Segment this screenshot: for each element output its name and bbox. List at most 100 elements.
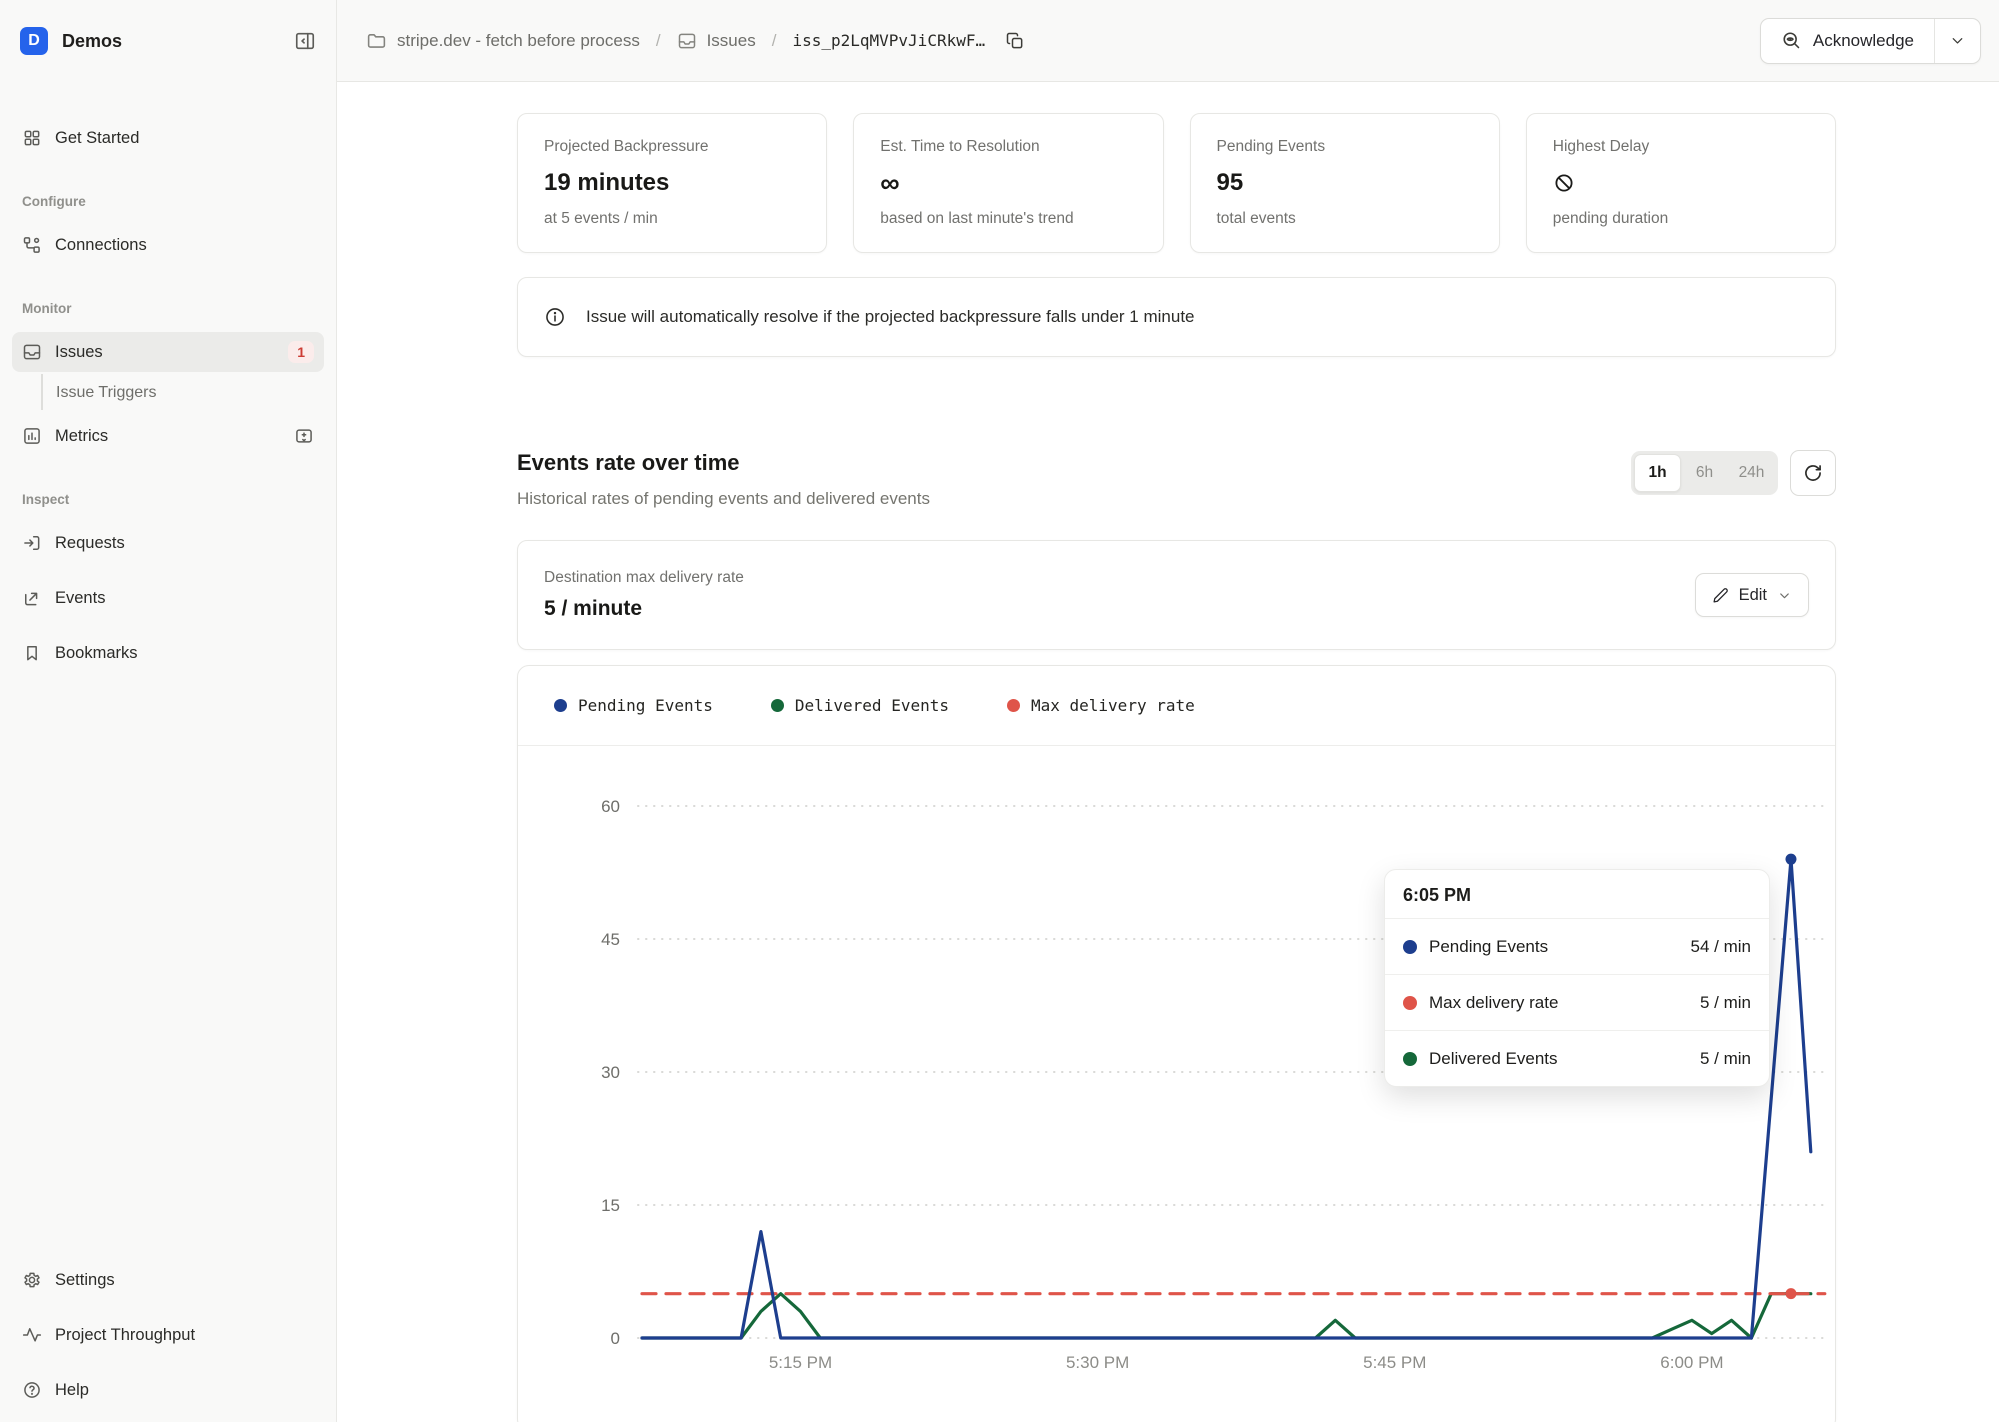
sidebar-nav: Get Started Configure Connections Monito…	[0, 82, 336, 673]
copy-icon[interactable]	[1005, 31, 1025, 51]
chart-legend: Pending Events Delivered Events Max deli…	[518, 666, 1835, 746]
section-subtitle: Historical rates of pending events and d…	[517, 489, 930, 509]
rate-value: 5 / minute	[544, 597, 744, 621]
chevron-down-icon	[1777, 588, 1792, 603]
acknowledge-menu-button[interactable]	[1935, 19, 1980, 63]
refresh-button[interactable]	[1790, 450, 1836, 496]
legend-item-max-delivery-rate: Max delivery rate	[1007, 696, 1195, 715]
edit-label: Edit	[1739, 586, 1767, 605]
max-delivery-rate-card: Destination max delivery rate 5 / minute…	[517, 540, 1836, 650]
main-content: Projected Backpressure 19 minutes at 5 e…	[337, 82, 1999, 1422]
sidebar-item-connections[interactable]: Connections	[12, 225, 324, 265]
events-rate-chart-card: Pending Events Delivered Events Max deli…	[517, 665, 1836, 1422]
tooltip-row-max-rate: Max delivery rate 5 / min	[1385, 974, 1769, 1030]
acknowledge-split-button: Acknowledge	[1760, 18, 1981, 64]
sidebar-item-events[interactable]: Events	[12, 578, 324, 618]
sidebar-item-label: Settings	[55, 1271, 115, 1290]
info-icon	[544, 306, 566, 328]
sidebar-section-configure: Configure	[22, 194, 314, 209]
stat-label: Pending Events	[1217, 138, 1473, 156]
bookmark-icon	[22, 643, 42, 663]
tooltip-row-pending: Pending Events 54 / min	[1385, 918, 1769, 974]
breadcrumb: stripe.dev - fetch before process / Issu…	[366, 30, 1025, 51]
section-titles: Events rate over time Historical rates o…	[517, 450, 930, 509]
arrow-up-right-box-icon	[22, 588, 42, 608]
sidebar-item-get-started[interactable]: Get Started	[12, 118, 324, 158]
range-24h-button[interactable]: 24h	[1728, 454, 1775, 492]
review-eye-icon	[1781, 30, 1802, 51]
stat-card-est-time-to-resolution: Est. Time to Resolution ∞ based on last …	[853, 113, 1163, 253]
app-window: D Demos Get Started Configu	[0, 0, 1999, 1422]
stat-label: Est. Time to Resolution	[880, 138, 1136, 156]
sidebar-footer: Settings Project Throughput	[12, 1260, 324, 1410]
svg-text:5:45 PM: 5:45 PM	[1363, 1353, 1426, 1372]
stat-card-pending-events: Pending Events 95 total events	[1190, 113, 1500, 253]
stat-value: 95	[1217, 169, 1473, 197]
sidebar-item-label: Project Throughput	[55, 1326, 195, 1345]
circle-slash-icon	[1553, 172, 1809, 194]
stat-card-highest-delay: Highest Delay pending duration	[1526, 113, 1836, 253]
topbar: stripe.dev - fetch before process / Issu…	[337, 0, 1999, 82]
range-1h-button[interactable]: 1h	[1634, 454, 1681, 492]
inbox-icon	[22, 342, 42, 362]
svg-text:45: 45	[601, 930, 620, 949]
legend-dot	[554, 699, 567, 712]
legend-label: Delivered Events	[795, 696, 949, 715]
legend-dot	[1007, 699, 1020, 712]
sidebar-item-label: Bookmarks	[55, 644, 138, 663]
section-title: Events rate over time	[517, 450, 930, 476]
sidebar-item-requests[interactable]: Requests	[12, 523, 324, 563]
sidebar-item-project-throughput[interactable]: Project Throughput	[12, 1315, 324, 1355]
add-chart-icon[interactable]	[294, 426, 314, 446]
edit-rate-button[interactable]: Edit	[1695, 573, 1809, 617]
chart-tooltip: 6:05 PM Pending Events 54 / min Max deli…	[1384, 869, 1770, 1087]
legend-label: Max delivery rate	[1031, 696, 1195, 715]
chevron-down-icon	[1949, 32, 1966, 49]
issues-count-badge: 1	[288, 341, 314, 363]
sidebar-item-label: Metrics	[55, 427, 108, 446]
breadcrumb-separator: /	[656, 31, 661, 51]
stat-card-projected-backpressure: Projected Backpressure 19 minutes at 5 e…	[517, 113, 827, 253]
svg-text:60: 60	[601, 797, 620, 816]
stat-sub: based on last minute's trend	[880, 210, 1136, 228]
stat-cards: Projected Backpressure 19 minutes at 5 e…	[517, 113, 1836, 253]
tooltip-label: Pending Events	[1429, 937, 1548, 957]
range-6h-button[interactable]: 6h	[1681, 454, 1728, 492]
svg-text:5:15 PM: 5:15 PM	[769, 1353, 832, 1372]
collapse-sidebar-icon[interactable]	[294, 30, 316, 52]
tooltip-value: 54 / min	[1691, 937, 1751, 957]
info-banner: Issue will automatically resolve if the …	[517, 277, 1836, 357]
rate-label: Destination max delivery rate	[544, 569, 744, 587]
breadcrumb-project[interactable]: stripe.dev - fetch before process	[397, 31, 640, 51]
app-logo: D	[20, 27, 48, 55]
sidebar-item-bookmarks[interactable]: Bookmarks	[12, 633, 324, 673]
sidebar-item-help[interactable]: Help	[12, 1370, 324, 1410]
sidebar-item-metrics[interactable]: Metrics	[12, 416, 324, 456]
tooltip-dot	[1403, 996, 1417, 1010]
stat-sub: total events	[1217, 210, 1473, 228]
tooltip-label: Max delivery rate	[1429, 993, 1558, 1013]
sidebar-item-label: Requests	[55, 534, 125, 553]
bar-chart-icon	[22, 426, 42, 446]
svg-text:30: 30	[601, 1063, 620, 1082]
breadcrumb-section[interactable]: Issues	[707, 31, 756, 51]
events-rate-section-header: Events rate over time Historical rates o…	[517, 450, 1836, 509]
app-name: Demos	[62, 31, 294, 52]
tooltip-value: 5 / min	[1700, 993, 1751, 1013]
stat-sub: at 5 events / min	[544, 210, 800, 228]
svg-text:0: 0	[611, 1329, 620, 1348]
refresh-icon	[1803, 463, 1823, 483]
sidebar-item-issue-triggers[interactable]: Issue Triggers	[12, 378, 324, 408]
activity-icon	[22, 1325, 42, 1345]
app-logo-letter: D	[28, 32, 40, 50]
legend-item-pending-events: Pending Events	[554, 696, 713, 715]
sidebar-item-settings[interactable]: Settings	[12, 1260, 324, 1300]
help-circle-icon	[22, 1380, 42, 1400]
sidebar-item-label: Events	[55, 589, 105, 608]
acknowledge-button[interactable]: Acknowledge	[1761, 19, 1935, 63]
tooltip-dot	[1403, 940, 1417, 954]
gear-icon	[22, 1270, 42, 1290]
sidebar-item-issues[interactable]: Issues 1	[12, 332, 324, 372]
svg-text:15: 15	[601, 1196, 620, 1215]
sidebar-section-monitor: Monitor	[22, 301, 314, 316]
